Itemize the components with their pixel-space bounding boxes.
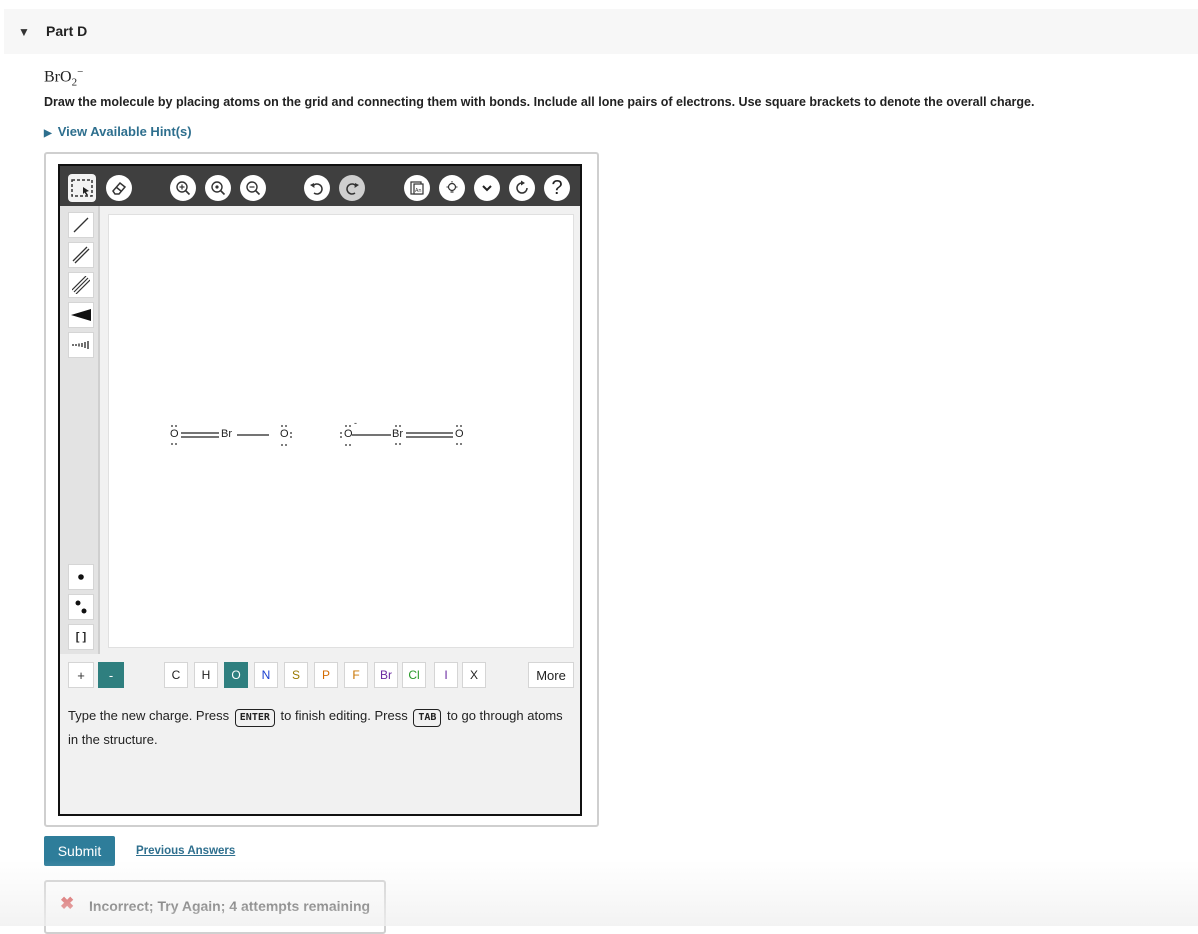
electron-dot [281, 444, 283, 446]
radical-icon[interactable] [68, 564, 94, 590]
undo-icon[interactable] [304, 175, 330, 201]
drawing-widget: An ? [] O Br O O - Br O + - C H O N S P… [44, 152, 599, 827]
caret-right-icon: ▶ [44, 128, 52, 139]
element-button-s[interactable]: S [284, 662, 308, 688]
atom-oxygen[interactable]: O [170, 428, 179, 440]
electron-dot [175, 425, 177, 427]
charge-plus-button[interactable]: + [68, 662, 94, 688]
electron-dot [340, 436, 342, 438]
electron-dot [171, 425, 173, 427]
element-button-i[interactable]: I [434, 662, 458, 688]
electron-dot [171, 443, 173, 445]
part-title: Part D [46, 23, 88, 39]
editor-toolbar: An ? [60, 166, 580, 206]
formula-main: BrO [44, 68, 72, 86]
bond-tools-sidebar: [ ] [60, 206, 100, 654]
help-label: ? [551, 176, 563, 199]
wedge-bond-icon[interactable] [68, 302, 94, 328]
electron-dot [349, 425, 351, 427]
electron-dot [175, 443, 177, 445]
formula-subscript: 2 [71, 76, 78, 89]
element-button-h[interactable]: H [194, 662, 218, 688]
hash-bond-icon[interactable] [68, 332, 94, 358]
brackets-label: [ ] [75, 631, 87, 643]
chevron-down-icon[interactable] [474, 175, 500, 201]
electron-dot [290, 436, 292, 438]
lone-pair-icon[interactable] [68, 594, 94, 620]
zoom-reset-icon[interactable] [205, 175, 231, 201]
redo-icon[interactable] [339, 175, 365, 201]
brackets-icon[interactable]: [ ] [68, 624, 94, 650]
electron-dot [345, 425, 347, 427]
electron-dot [345, 444, 347, 446]
atom-oxygen[interactable]: O [344, 428, 353, 440]
atom-palette: + - C H O N S P F Br Cl I X More [60, 662, 580, 692]
single-bond-icon[interactable] [68, 212, 94, 238]
electron-dot [349, 444, 351, 446]
electron-dot [395, 425, 397, 427]
atom-bromine[interactable]: Br [221, 428, 232, 440]
element-button-n[interactable]: N [254, 662, 278, 688]
tab-key: TAB [413, 709, 442, 727]
question-instructions: Draw the molecule by placing atoms on th… [44, 95, 1035, 109]
previous-answers-link[interactable]: Previous Answers [136, 845, 235, 857]
message-text: to finish editing. Press [280, 708, 408, 723]
cleanup-icon[interactable] [509, 175, 535, 201]
drawing-canvas[interactable]: O Br O O - Br O [108, 214, 574, 648]
molecule-editor: An ? [] O Br O O - Br O + - C H O N S P… [58, 164, 582, 816]
more-elements-button[interactable]: More [528, 662, 574, 688]
charge-minus-button[interactable]: - [98, 662, 124, 688]
electron-dot [281, 425, 283, 427]
double-bond-icon[interactable] [68, 242, 94, 268]
zoom-in-icon[interactable] [170, 175, 196, 201]
electron-dot [290, 432, 292, 434]
help-icon[interactable]: ? [544, 175, 570, 201]
x-icon: ✖ [60, 894, 75, 913]
electron-dot [395, 443, 397, 445]
electron-dot [399, 425, 401, 427]
element-button-p[interactable]: P [314, 662, 338, 688]
eraser-icon[interactable] [106, 175, 132, 201]
electron-dot [460, 425, 462, 427]
atom-oxygen[interactable]: O [280, 428, 289, 440]
electron-dot [456, 443, 458, 445]
atom-charge: - [354, 418, 357, 428]
editor-message: Type the new charge. Press ENTER to fini… [68, 704, 568, 752]
electron-dot [285, 444, 287, 446]
element-button-br[interactable]: Br [374, 662, 398, 688]
message-text: Type the new charge. Press [68, 708, 230, 723]
lightbulb-icon[interactable] [439, 175, 465, 201]
submit-button[interactable]: Submit [44, 836, 115, 866]
electron-dot [399, 443, 401, 445]
atom-oxygen[interactable]: O [455, 428, 464, 440]
electron-dot [340, 432, 342, 434]
electron-dot [460, 443, 462, 445]
element-button-cl[interactable]: Cl [402, 662, 426, 688]
svg-text:An: An [415, 188, 422, 194]
element-button-o[interactable]: O [224, 662, 248, 688]
element-button-c[interactable]: C [164, 662, 188, 688]
element-button-x[interactable]: X [462, 662, 486, 688]
enter-key: ENTER [234, 709, 275, 727]
select-icon[interactable] [68, 174, 96, 202]
element-button-f[interactable]: F [344, 662, 368, 688]
hints-label: View Available Hint(s) [57, 124, 192, 139]
zoom-out-icon[interactable] [240, 175, 266, 201]
template-icon[interactable]: An [404, 175, 430, 201]
electron-dot [456, 425, 458, 427]
feedback-text: Incorrect; Try Again; 4 attempts remaini… [89, 898, 371, 914]
question-formula: BrO2− [44, 66, 83, 89]
atom-bromine[interactable]: Br [392, 428, 403, 440]
view-hints-link[interactable]: ▶ View Available Hint(s) [44, 124, 192, 139]
electron-dot [285, 425, 287, 427]
triple-bond-icon[interactable] [68, 272, 94, 298]
part-header[interactable]: ▼ Part D [4, 9, 1198, 54]
caret-down-icon[interactable]: ▼ [18, 25, 30, 39]
formula-superscript: − [77, 66, 84, 78]
